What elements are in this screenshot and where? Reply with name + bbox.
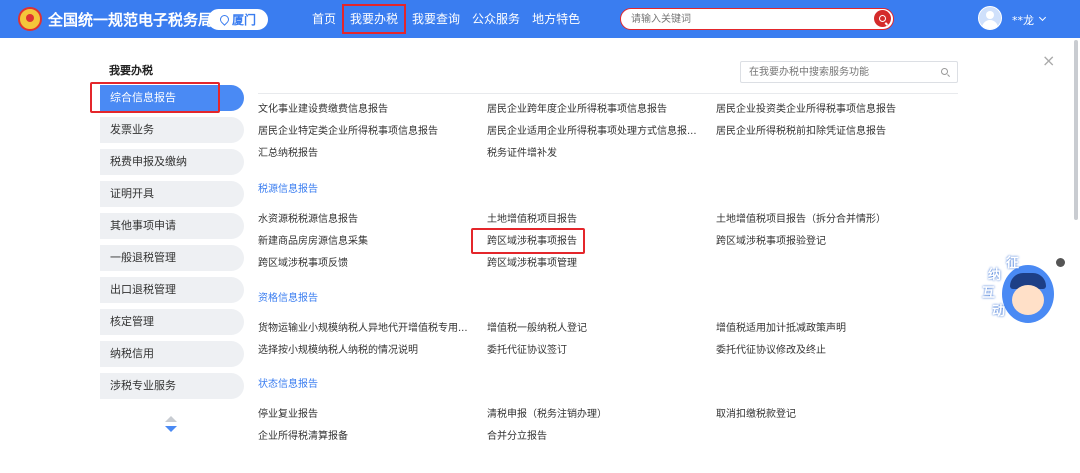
service-link[interactable]: 增值税适用加计抵减政策声明 — [716, 322, 846, 336]
nav-tax-handling[interactable]: 我要办税 — [342, 4, 407, 34]
city-label: 厦门 — [231, 13, 256, 27]
sidebar-scroll-arrows[interactable] — [165, 416, 177, 434]
service-link-cross-region-report[interactable]: 跨区域涉税事项报告 — [487, 235, 577, 249]
service-link[interactable]: 跨区域涉税事项管理 — [487, 257, 577, 271]
mascot-close-dot[interactable] — [1056, 258, 1065, 267]
sidebar-item-comprehensive-report[interactable]: 综合信息报告 — [100, 85, 244, 111]
service-link[interactable]: 增值税一般纳税人登记 — [487, 322, 587, 336]
service-link[interactable]: 税务证件增补发 — [487, 147, 557, 161]
service-link[interactable]: 合并分立报告 — [487, 430, 547, 444]
sidebar-item-other-applications[interactable]: 其他事项申请 — [100, 213, 244, 239]
service-link[interactable]: 委托代征协议修改及终止 — [716, 344, 826, 358]
service-link[interactable]: 跨区域涉税事项反馈 — [258, 257, 348, 271]
close-icon[interactable]: × — [1042, 53, 1055, 69]
sidebar-item-assessment[interactable]: 核定管理 — [100, 309, 244, 335]
service-link[interactable]: 委托代征协议签订 — [487, 344, 567, 358]
service-search — [740, 61, 958, 83]
service-link[interactable]: 居民企业适用企业所得税事项处理方式信息报... — [487, 125, 697, 139]
service-link[interactable]: 企业所得税清算报备 — [258, 430, 348, 444]
location-pin-icon — [218, 13, 231, 26]
header-search-input[interactable] — [631, 11, 861, 27]
service-link[interactable]: 汇总纳税报告 — [258, 147, 318, 161]
service-link[interactable]: 选择按小规模纳税人纳税的情况说明 — [258, 344, 418, 358]
mascot-char: 纳 — [988, 268, 1002, 283]
nav-local-features[interactable]: 地方特色 — [526, 0, 586, 38]
mascot-char: 征 — [1006, 256, 1020, 271]
interaction-mascot[interactable]: 征 纳 互 动 — [982, 257, 1054, 327]
service-link[interactable]: 文化事业建设费缴费信息报告 — [258, 103, 388, 117]
user-name[interactable]: **龙 — [1012, 12, 1034, 28]
sidebar-title: 我要办税 — [109, 64, 153, 77]
site-title[interactable]: 全国统一规范电子税务局 — [48, 9, 213, 30]
section-title: 税源信息报告 — [258, 184, 318, 195]
search-icon[interactable] — [941, 68, 948, 75]
service-link[interactable]: 居民企业投资类企业所得税事项信息报告 — [716, 103, 896, 117]
nav-public-service[interactable]: 公众服务 — [466, 0, 526, 38]
section-title: 资格信息报告 — [258, 293, 318, 304]
service-link[interactable]: 新建商品房房源信息采集 — [258, 235, 368, 249]
sidebar-item-export-refund[interactable]: 出口退税管理 — [100, 277, 244, 303]
top-bar: 全国统一规范电子税务局 厦门 首页 我要办税 我要查询 公众服务 地方特色 **… — [0, 0, 1080, 38]
service-link[interactable]: 居民企业特定类企业所得税事项信息报告 — [258, 125, 438, 139]
search-icon[interactable] — [874, 10, 891, 27]
sidebar-item-credit[interactable]: 纳税信用 — [100, 341, 244, 367]
service-link[interactable]: 居民企业跨年度企业所得税事项信息报告 — [487, 103, 667, 117]
city-selector[interactable]: 厦门 — [208, 9, 268, 30]
sidebar-item-general-refund[interactable]: 一般退税管理 — [100, 245, 244, 271]
service-search-input[interactable] — [749, 65, 929, 79]
scroll-down-icon[interactable] — [165, 426, 177, 432]
nav-query[interactable]: 我要查询 — [406, 0, 466, 38]
sidebar-item-declaration[interactable]: 税费申报及缴纳 — [100, 149, 244, 175]
service-link[interactable]: 货物运输业小规模纳税人异地代开增值税专用... — [258, 322, 468, 336]
sidebar-item-professional-service[interactable]: 涉税专业服务 — [100, 373, 244, 399]
emblem-icon — [18, 7, 42, 31]
service-link[interactable]: 取消扣缴税款登记 — [716, 408, 796, 422]
avatar-icon[interactable] — [978, 6, 1002, 30]
service-link[interactable]: 土地增值税项目报告（拆分合并情形） — [716, 213, 886, 227]
divider — [258, 93, 958, 94]
mascot-face — [1012, 285, 1044, 315]
service-link[interactable]: 停业复业报告 — [258, 408, 318, 422]
page-scrollbar[interactable] — [1074, 40, 1078, 220]
service-link[interactable]: 居民企业所得税税前扣除凭证信息报告 — [716, 125, 886, 139]
chevron-down-icon[interactable] — [1038, 13, 1047, 22]
mascot-char: 动 — [992, 304, 1006, 319]
service-link[interactable]: 清税申报（税务注销办理） — [487, 408, 607, 422]
sidebar-item-invoice[interactable]: 发票业务 — [100, 117, 244, 143]
scroll-up-icon[interactable] — [165, 416, 177, 422]
header-search — [620, 8, 894, 30]
sidebar: 综合信息报告 发票业务 税费申报及缴纳 证明开具 其他事项申请 一般退税管理 出… — [100, 85, 244, 405]
service-link[interactable]: 土地增值税项目报告 — [487, 213, 577, 227]
main-nav: 首页 我要办税 我要查询 公众服务 地方特色 — [306, 0, 586, 38]
mascot-char: 互 — [982, 286, 996, 301]
service-link[interactable]: 水资源税税源信息报告 — [258, 213, 358, 227]
service-link[interactable]: 跨区域涉税事项报验登记 — [716, 235, 826, 249]
sidebar-item-certificate[interactable]: 证明开具 — [100, 181, 244, 207]
section-title: 状态信息报告 — [258, 379, 318, 390]
nav-home[interactable]: 首页 — [306, 0, 342, 38]
